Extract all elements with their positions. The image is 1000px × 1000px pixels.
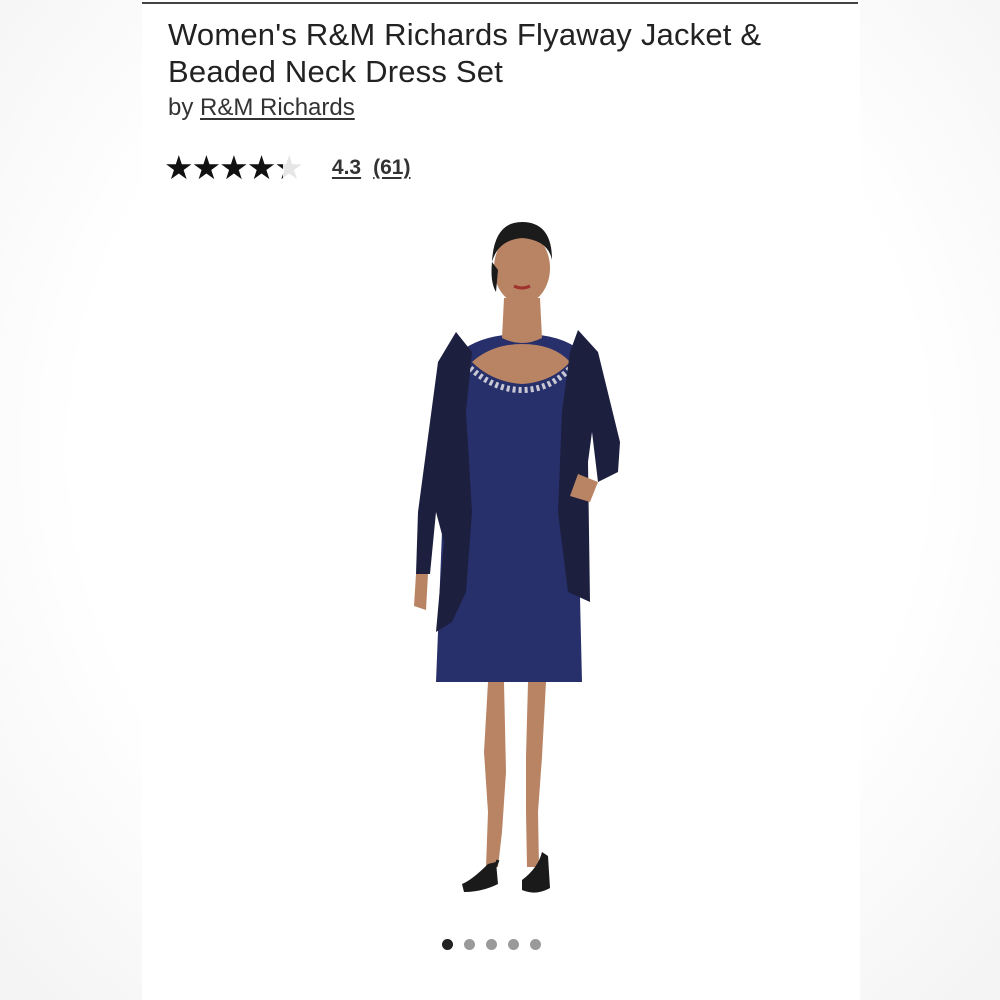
brand-link[interactable]: R&M Richards bbox=[200, 94, 355, 121]
product-card: Women's R&M Richards Flyaway Jacket & Be… bbox=[142, 0, 860, 1000]
product-title: Women's R&M Richards Flyaway Jacket & Be… bbox=[168, 17, 762, 89]
carousel-dot[interactable] bbox=[442, 939, 453, 950]
page: Women's R&M Richards Flyaway Jacket & Be… bbox=[0, 0, 1000, 1000]
carousel-dot[interactable] bbox=[530, 939, 541, 950]
carousel-dots bbox=[442, 939, 541, 950]
product-photo[interactable] bbox=[392, 212, 652, 902]
review-count-link[interactable]: (61) bbox=[373, 156, 410, 180]
star-rating-icon: ★★★★★ ★★★★★ bbox=[164, 149, 304, 186]
rating-summary[interactable]: ★★★★★ ★★★★★ 4.3 (61) bbox=[164, 150, 410, 186]
brand-byline: by R&M Richards bbox=[168, 94, 355, 122]
divider bbox=[142, 2, 858, 4]
carousel-dot[interactable] bbox=[486, 939, 497, 950]
carousel-dot[interactable] bbox=[464, 939, 475, 950]
star-rating-fill: ★★★★★ bbox=[164, 150, 283, 186]
by-label: by bbox=[168, 94, 194, 121]
carousel-dot[interactable] bbox=[508, 939, 519, 950]
rating-value-link[interactable]: 4.3 bbox=[332, 156, 361, 180]
